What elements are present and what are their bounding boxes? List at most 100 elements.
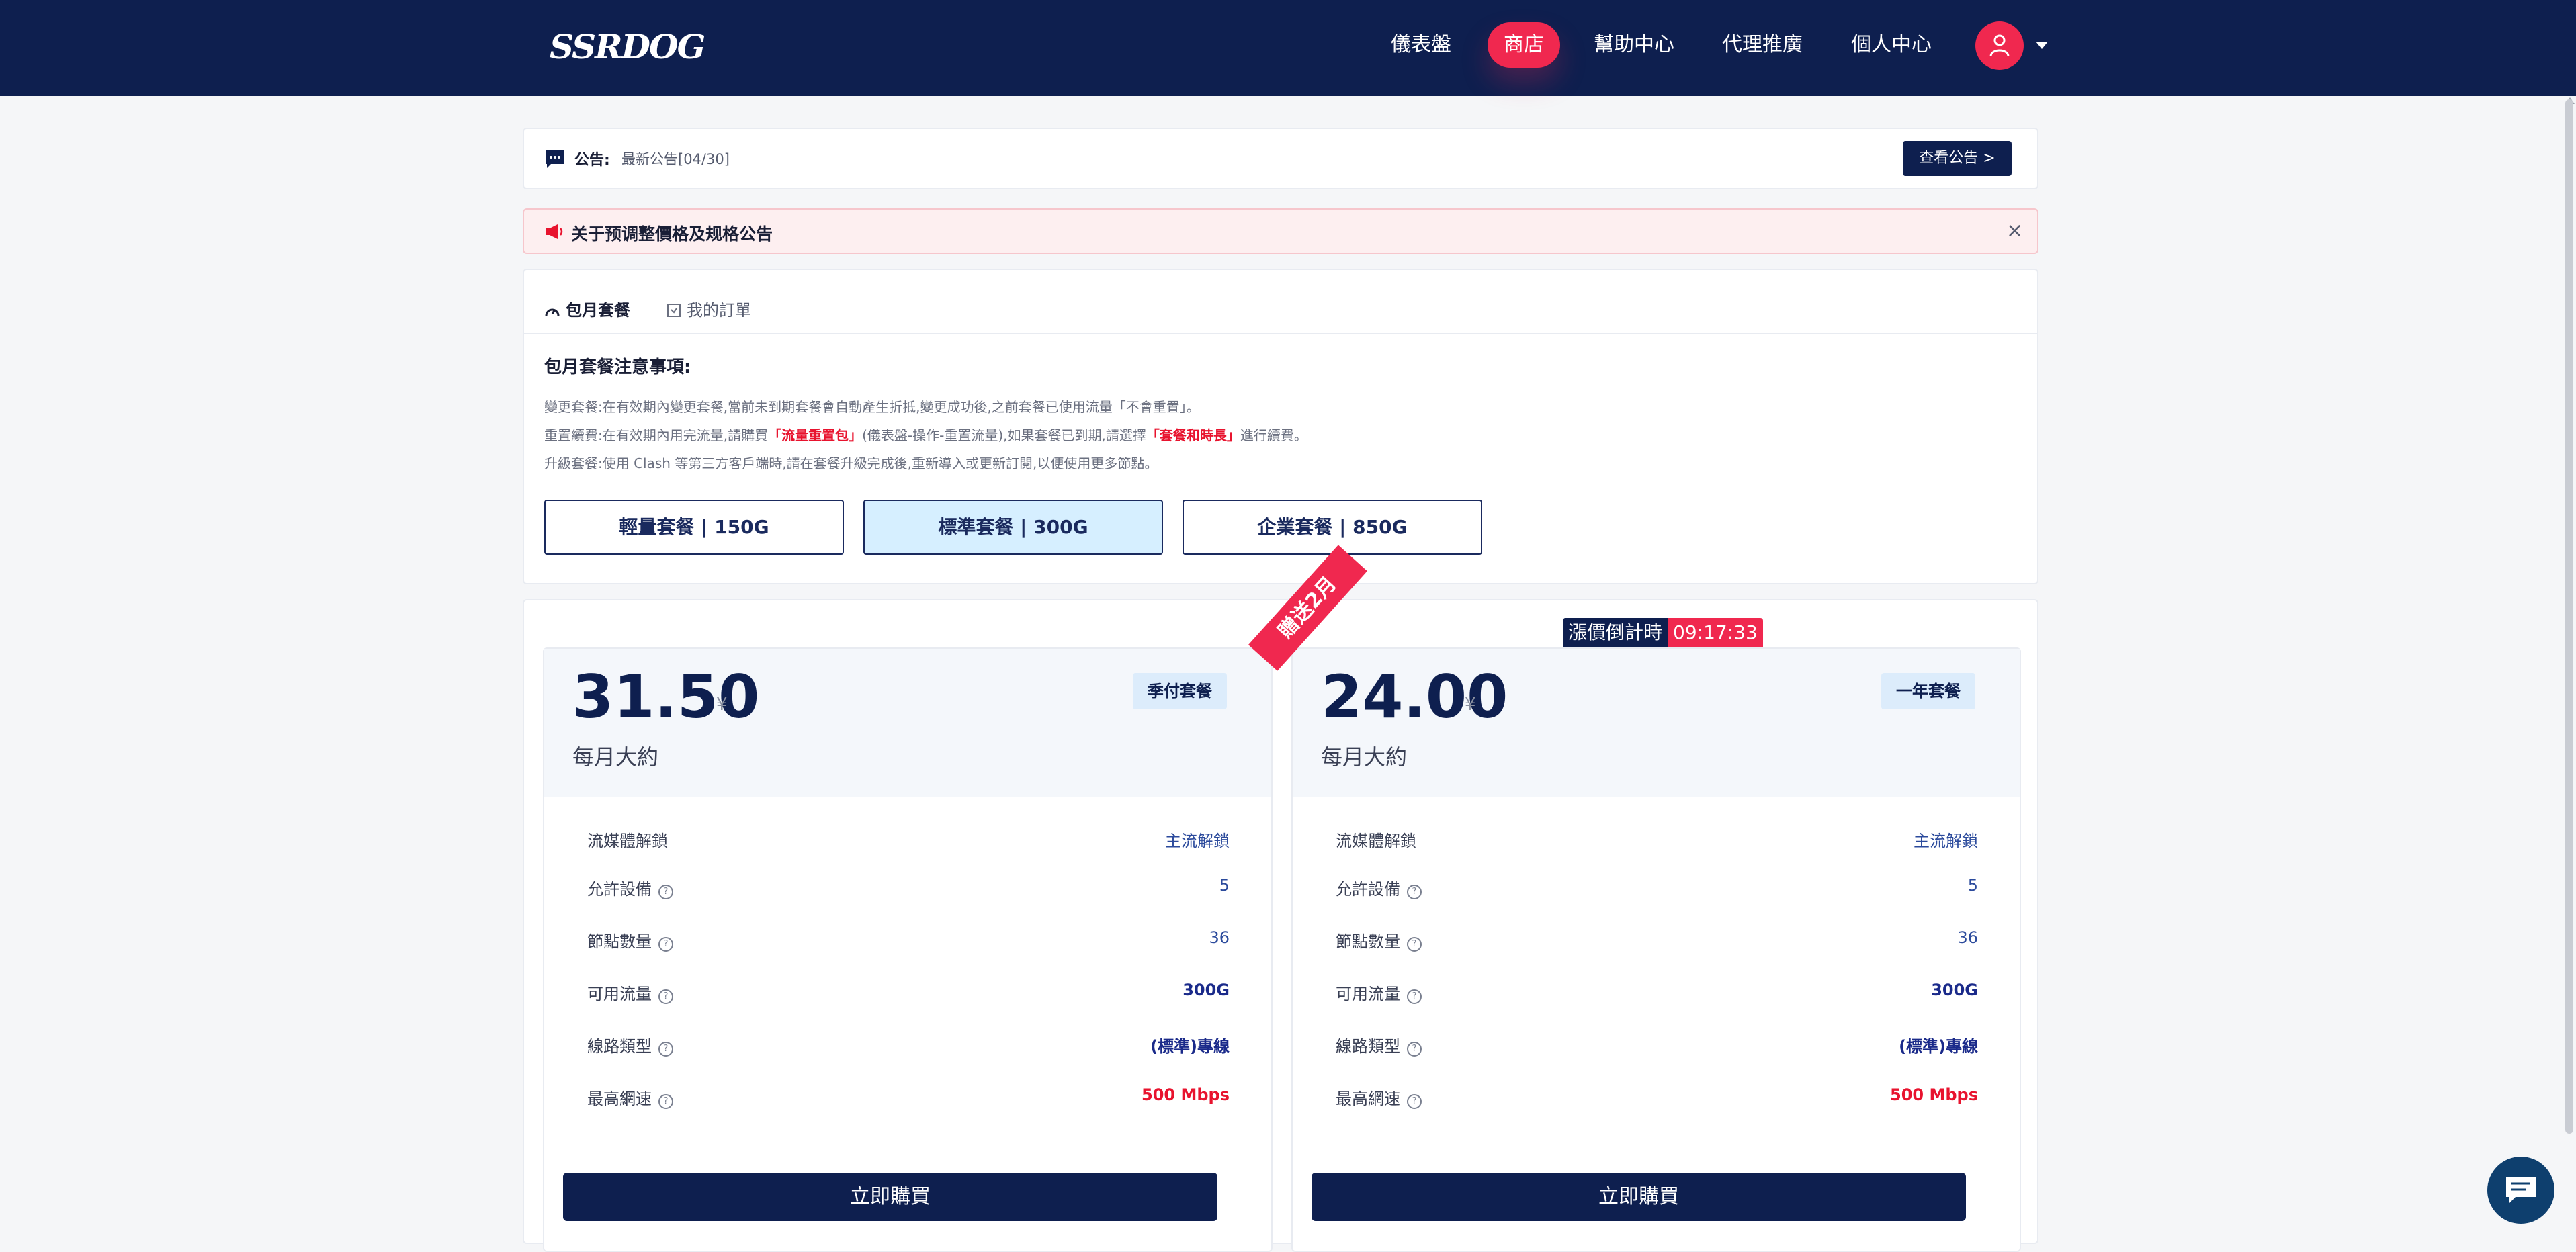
alert-title: 关于预调整價格及规格公告 [571, 224, 773, 244]
note-renewal: 重置續費:在有效期內用完流量,請購買「流量重置包」(儀表盤-操作-重置流量),如… [544, 424, 1307, 444]
live-chat-widget-button[interactable] [2487, 1157, 2554, 1224]
feature-value: (標準)專線 [1899, 1037, 1978, 1056]
nav-item-profile[interactable]: 個人中心 [1851, 22, 1932, 68]
countdown-time: 09:17:33 [1668, 618, 1763, 647]
feature-name: 線路類型 [587, 1037, 652, 1056]
feature-value: 300G [1183, 981, 1230, 999]
feature-nodes: 節點數量? 36 [587, 928, 1230, 955]
plan-selection-card: 包月套餐 我的訂單 包月套餐注意事項: 變更套餐:在有效期內變更套餐,當前未到期… [523, 269, 2038, 584]
feature-name: 流媒體解鎖 [587, 832, 668, 850]
question-circle-icon[interactable]: ? [658, 989, 673, 1004]
plan-tabs: 包月套餐 我的訂單 [524, 270, 2037, 334]
plan-price: 24.00 [1321, 662, 1508, 731]
feature-value: 500 Mbps [1890, 1085, 1978, 1104]
pricing-container: 31.50 ¥ 每月大約 季付套餐 流媒體解鎖 主流解鎖 允許設備? 5 節點數量?… [523, 599, 2038, 1252]
nav-item-help-center[interactable]: 幫助中心 [1594, 22, 1674, 68]
package-standard-button[interactable]: 標準套餐 | 300G [863, 500, 1163, 555]
feature-name: 節點數量 [1336, 932, 1400, 951]
feature-name: 線路類型 [1336, 1037, 1400, 1056]
feature-value: 5 [1967, 876, 1978, 895]
chat-bubble-icon [546, 150, 564, 168]
feature-traffic: 可用流量? 300G [587, 981, 1230, 1008]
feature-value: 36 [1209, 928, 1230, 947]
plan-card-yearly: 24.00 ¥ 每月大約 一年套餐 流媒體解鎖 主流解鎖 允許設備? 5 節點數量?… [1291, 647, 2021, 1252]
tab-monthly-plans[interactable]: 包月套餐 [544, 297, 630, 320]
logo-text: SSRDOG [550, 27, 705, 66]
feature-max-speed: 最高網速? 500 Mbps [1336, 1085, 1978, 1112]
feature-name: 可用流量 [1336, 985, 1400, 1003]
countdown-label: 漲價倒計時 [1563, 618, 1668, 647]
nav-item-referral[interactable]: 代理推廣 [1722, 22, 1803, 68]
feature-nodes: 節點數量? 36 [1336, 928, 1978, 955]
currency-symbol: ¥ [1465, 695, 1476, 715]
note-plan-duration-link: 「套餐和時長」 [1146, 427, 1240, 443]
user-icon [1989, 34, 2010, 57]
note-renewal-c: 進行續費。 [1240, 427, 1307, 443]
feature-name: 最高網速 [587, 1089, 652, 1108]
megaphone-icon [546, 224, 563, 239]
currency-symbol: ¥ [716, 695, 728, 715]
plan-card-header: 31.50 ¥ 每月大約 季付套餐 [544, 649, 1271, 797]
package-light-button[interactable]: 輕量套餐 | 150G [544, 500, 844, 555]
feature-line-type: 線路類型? (標準)專線 [587, 1033, 1230, 1060]
view-announcements-button[interactable]: 查看公告 > [1903, 141, 2012, 176]
chat-widget-icon [2506, 1177, 2536, 1204]
feature-value: 500 Mbps [1142, 1085, 1230, 1104]
note-traffic-reset-link: 「流量重置包」 [768, 427, 863, 443]
feature-value: 5 [1219, 876, 1230, 895]
nav-item-shop[interactable]: 商店 [1488, 22, 1560, 68]
buy-now-button[interactable]: 立即購買 [1312, 1173, 1966, 1221]
note-change-plan: 變更套餐:在有效期內變更套餐,當前未到期套餐會自動產生折抵,變更成功後,之前套餐… [544, 399, 1200, 415]
announcement-bar: 公告: 最新公告[04/30] 查看公告 > [523, 128, 2038, 189]
caret-down-icon[interactable] [2036, 42, 2048, 49]
question-circle-icon[interactable]: ? [658, 1042, 673, 1057]
feature-value: (標準)專線 [1150, 1037, 1230, 1056]
announcement-label: 公告: [574, 152, 610, 169]
price-increase-countdown: 漲價倒計時 09:17:33 [1563, 618, 1763, 647]
feature-streaming: 流媒體解鎖 主流解鎖 [587, 828, 1230, 854]
price-per-month-label: 每月大約 [572, 744, 659, 770]
question-circle-icon[interactable]: ? [658, 937, 673, 952]
feature-traffic: 可用流量? 300G [1336, 981, 1978, 1008]
tab-my-orders[interactable]: 我的訂單 [667, 297, 751, 320]
question-circle-icon[interactable]: ? [1407, 937, 1422, 952]
question-circle-icon[interactable]: ? [1407, 1042, 1422, 1057]
gauge-icon [545, 308, 560, 316]
price-per-month-label: 每月大約 [1321, 744, 1408, 770]
question-circle-icon[interactable]: ? [658, 885, 673, 899]
question-circle-icon[interactable]: ? [1407, 1094, 1422, 1109]
feature-name: 允許設備 [587, 880, 652, 899]
package-enterprise-button[interactable]: 企業套餐 | 850G [1183, 500, 1482, 555]
question-circle-icon[interactable]: ? [658, 1094, 673, 1109]
announcement-text[interactable]: 最新公告[04/30] [621, 148, 730, 169]
user-avatar-button[interactable] [1975, 21, 2024, 70]
price-adjustment-alert: 关于预调整價格及规格公告 × [523, 208, 2038, 254]
feature-name: 流媒體解鎖 [1336, 832, 1416, 850]
top-navigation-bar: SSRDOG 儀表盤 商店 幫助中心 代理推廣 個人中心 [0, 0, 2576, 96]
feature-devices: 允許設備? 5 [587, 876, 1230, 903]
plan-period-badge: 季付套餐 [1133, 673, 1227, 709]
note-renewal-b: (儀表盤-操作-重置流量),如果套餐已到期,請選擇 [862, 427, 1146, 443]
tab-monthly-plans-label: 包月套餐 [566, 301, 630, 320]
feature-name: 可用流量 [587, 985, 652, 1003]
close-icon[interactable]: × [2006, 219, 2023, 242]
plan-period-badge: 一年套餐 [1881, 673, 1975, 709]
plan-notes-title: 包月套餐注意事項: [544, 357, 691, 377]
nav-item-dashboard[interactable]: 儀表盤 [1391, 22, 1451, 68]
plan-card-quarterly: 31.50 ¥ 每月大約 季付套餐 流媒體解鎖 主流解鎖 允許設備? 5 節點數量?… [543, 647, 1273, 1252]
feature-streaming: 流媒體解鎖 主流解鎖 [1336, 828, 1978, 854]
question-circle-icon[interactable]: ? [1407, 885, 1422, 899]
feature-value: 主流解鎖 [1165, 832, 1230, 850]
feature-value: 300G [1931, 981, 1978, 999]
feature-max-speed: 最高網速? 500 Mbps [587, 1085, 1230, 1112]
site-logo[interactable]: SSRDOG [550, 13, 711, 81]
feature-name: 最高網速 [1336, 1089, 1400, 1108]
tab-my-orders-label: 我的訂單 [687, 301, 751, 320]
feature-name: 節點數量 [587, 932, 652, 951]
feature-devices: 允許設備? 5 [1336, 876, 1978, 903]
note-renewal-a: 重置續費:在有效期內用完流量,請購買 [544, 427, 769, 443]
question-circle-icon[interactable]: ? [1407, 989, 1422, 1004]
feature-value: 36 [1957, 928, 1978, 947]
buy-now-button[interactable]: 立即購買 [563, 1173, 1217, 1221]
page-scrollbar[interactable] [2565, 99, 2573, 1134]
